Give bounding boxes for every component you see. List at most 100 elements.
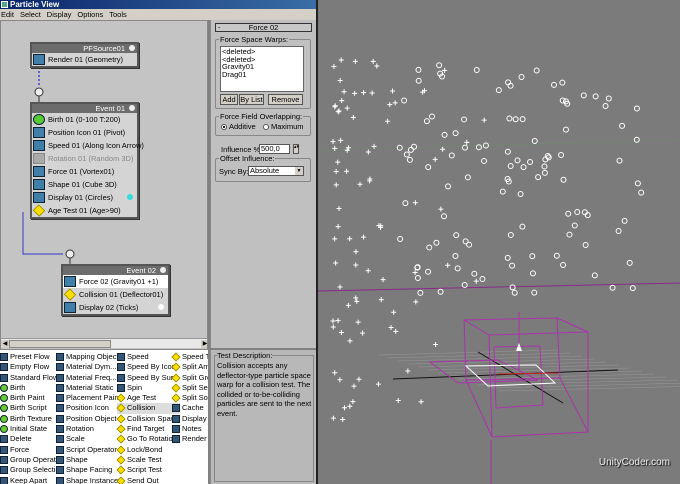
operator-speed[interactable]: Speed 01 (Along Icon Arrow) xyxy=(32,139,144,152)
bulb-icon[interactable] xyxy=(129,105,135,111)
particle-circle xyxy=(452,130,459,137)
node-event01[interactable]: Event 01 Birth 01 (0-100 T:200) Position… xyxy=(30,102,144,219)
depot-item[interactable]: Collision Spawn xyxy=(116,414,180,424)
depot-item[interactable]: Split Amo xyxy=(171,362,208,372)
menu-select[interactable]: Select xyxy=(20,10,41,19)
by-list-button[interactable]: By List xyxy=(239,94,264,105)
particle-tick xyxy=(412,269,418,275)
particle-tick xyxy=(332,145,338,151)
operator-display[interactable]: Display 01 (Circles) xyxy=(32,191,137,204)
operator-birth[interactable]: Birth 01 (0-100 T:200) xyxy=(32,113,137,126)
particle-tick xyxy=(347,338,353,344)
depot-item[interactable]: Birth Paint xyxy=(0,393,64,403)
depot-item[interactable]: Script Operator xyxy=(56,445,121,455)
horizontal-scrollbar[interactable]: ◀ ▶ xyxy=(1,338,207,348)
depot-item[interactable]: Split Sele xyxy=(171,383,208,393)
depot-item[interactable]: Position Icon xyxy=(56,403,121,413)
depot-item[interactable]: Scale Test xyxy=(116,455,180,465)
depot-item[interactable]: Initial State xyxy=(0,424,64,434)
depot-item[interactable]: Split Grou xyxy=(171,373,208,383)
particle-circle xyxy=(580,92,587,99)
operator-shape[interactable]: Shape 01 (Cube 3D) xyxy=(32,178,137,191)
depot-item[interactable]: Notes xyxy=(172,424,208,434)
depot-item[interactable]: Group Selection xyxy=(0,465,64,475)
sync-by-dropdown[interactable]: Absolute ▼ xyxy=(248,166,304,176)
depot-item[interactable]: Display xyxy=(172,414,208,424)
chevron-down-icon[interactable]: ▼ xyxy=(295,167,303,175)
depot-item[interactable]: Shape xyxy=(56,455,121,465)
depot-item[interactable]: Rotation xyxy=(56,424,121,434)
bulb-icon[interactable] xyxy=(129,45,135,51)
influence-spinner[interactable]: ▴▾ xyxy=(293,144,299,154)
display-color-swatch[interactable] xyxy=(158,304,164,310)
depot-item[interactable]: Script Test xyxy=(116,465,180,475)
depot-item[interactable]: Go To Rotation xyxy=(116,434,180,444)
depot-item[interactable]: Split Sou xyxy=(171,393,208,403)
particle-tick xyxy=(352,90,358,96)
depot-item[interactable]: Group Operator xyxy=(0,455,64,465)
operator-collision[interactable]: Collision 01 (Deflector01) xyxy=(63,288,168,301)
influence-field[interactable]: 500,0 xyxy=(259,144,290,154)
operator-label: Display 02 (Ticks) xyxy=(79,303,139,312)
depot-item[interactable]: Preset Flow xyxy=(0,352,64,362)
depot-item[interactable]: Send Out xyxy=(116,476,180,484)
depot-item[interactable]: Material Dym... xyxy=(56,362,121,372)
depot-item[interactable]: Collision xyxy=(116,403,181,414)
rollout-header[interactable]: - Force 02 xyxy=(215,23,312,32)
operator-icon xyxy=(56,445,64,454)
depot-item[interactable]: Birth Texture xyxy=(0,414,64,424)
maximum-radio[interactable]: Maximum xyxy=(263,122,304,131)
perspective-viewport[interactable]: UnityCoder.com xyxy=(316,0,680,484)
depot-item[interactable]: Lock/Bond xyxy=(116,445,180,455)
node-pfsource01[interactable]: PFSource01 Render 01 (Geometry) xyxy=(30,42,139,68)
add-button[interactable]: Add xyxy=(220,94,238,105)
particle-circle xyxy=(461,281,468,288)
depot-item[interactable]: Empty Flow xyxy=(0,362,64,372)
operator-display[interactable]: Display 02 (Ticks) xyxy=(63,301,168,314)
operator-label: Shape 01 (Cube 3D) xyxy=(48,180,117,189)
node-event02[interactable]: Event 02 Force 02 (Gravity01 +1) Collisi… xyxy=(61,264,170,316)
depot-item[interactable]: Render xyxy=(172,434,208,444)
menu-display[interactable]: Display xyxy=(47,10,72,19)
depot-item[interactable]: Speed By Icon xyxy=(117,362,180,372)
particle-tick xyxy=(395,398,401,404)
remove-button[interactable]: Remove xyxy=(268,94,303,105)
scroll-left-arrow-icon[interactable]: ◀ xyxy=(1,340,9,348)
operator-force[interactable]: Force 01 (Vortex01) xyxy=(32,165,137,178)
depot-item[interactable]: Position Object xyxy=(56,414,121,424)
operator-render[interactable]: Render 01 (Geometry) xyxy=(32,53,137,66)
depot-item[interactable]: Scale xyxy=(56,434,121,444)
menu-options[interactable]: Options xyxy=(77,10,103,19)
depot-item[interactable]: Standard Flow xyxy=(0,373,64,383)
list-item[interactable]: Drag01 xyxy=(222,70,302,79)
depot-item[interactable]: Material Static xyxy=(56,383,121,393)
display-icon xyxy=(64,302,76,313)
operator-position-icon[interactable]: Position Icon 01 (Pivot) xyxy=(32,126,137,139)
depot-item[interactable]: Mapping Object xyxy=(56,352,121,362)
depot-item[interactable]: Keep Apart xyxy=(0,476,64,484)
depot-item[interactable]: Shape Facing xyxy=(56,465,121,475)
depot-item[interactable]: Delete xyxy=(0,434,64,444)
depot-item[interactable]: Birth Script xyxy=(0,403,64,413)
depot-item[interactable]: Birth xyxy=(0,383,64,393)
scroll-thumb[interactable] xyxy=(9,340,111,348)
depot-item[interactable]: Find Target xyxy=(116,424,180,434)
additive-radio[interactable]: Additive xyxy=(221,122,256,131)
depot-item[interactable]: Shape Instance xyxy=(56,476,121,484)
depot-item[interactable]: Placement Paint xyxy=(56,393,121,403)
menu-edit[interactable]: Edit xyxy=(1,10,14,19)
depot-item[interactable]: Speed Te xyxy=(171,352,208,362)
warps-list[interactable]: <deleted> <deleted> Gravity01 Drag01 xyxy=(220,46,304,92)
operator-force[interactable]: Force 02 (Gravity01 +1) xyxy=(63,275,168,288)
operator-age-test[interactable]: Age Test 01 (Age>90) xyxy=(32,204,137,217)
display-color-swatch[interactable] xyxy=(127,194,133,200)
scroll-right-arrow-icon[interactable]: ▶ xyxy=(201,340,207,348)
bulb-icon[interactable] xyxy=(160,267,166,273)
depot-item[interactable]: Cache xyxy=(172,403,208,413)
menu-tools[interactable]: Tools xyxy=(109,10,127,19)
particle-circle xyxy=(581,209,588,216)
depot-item[interactable]: Force xyxy=(0,445,64,455)
event-graph[interactable]: PFSource01 Render 01 (Geometry) Event 01… xyxy=(0,20,208,350)
depot-item[interactable]: Material Freq... xyxy=(56,373,121,383)
operator-rotation[interactable]: Rotation 01 (Random 3D) xyxy=(32,152,137,165)
